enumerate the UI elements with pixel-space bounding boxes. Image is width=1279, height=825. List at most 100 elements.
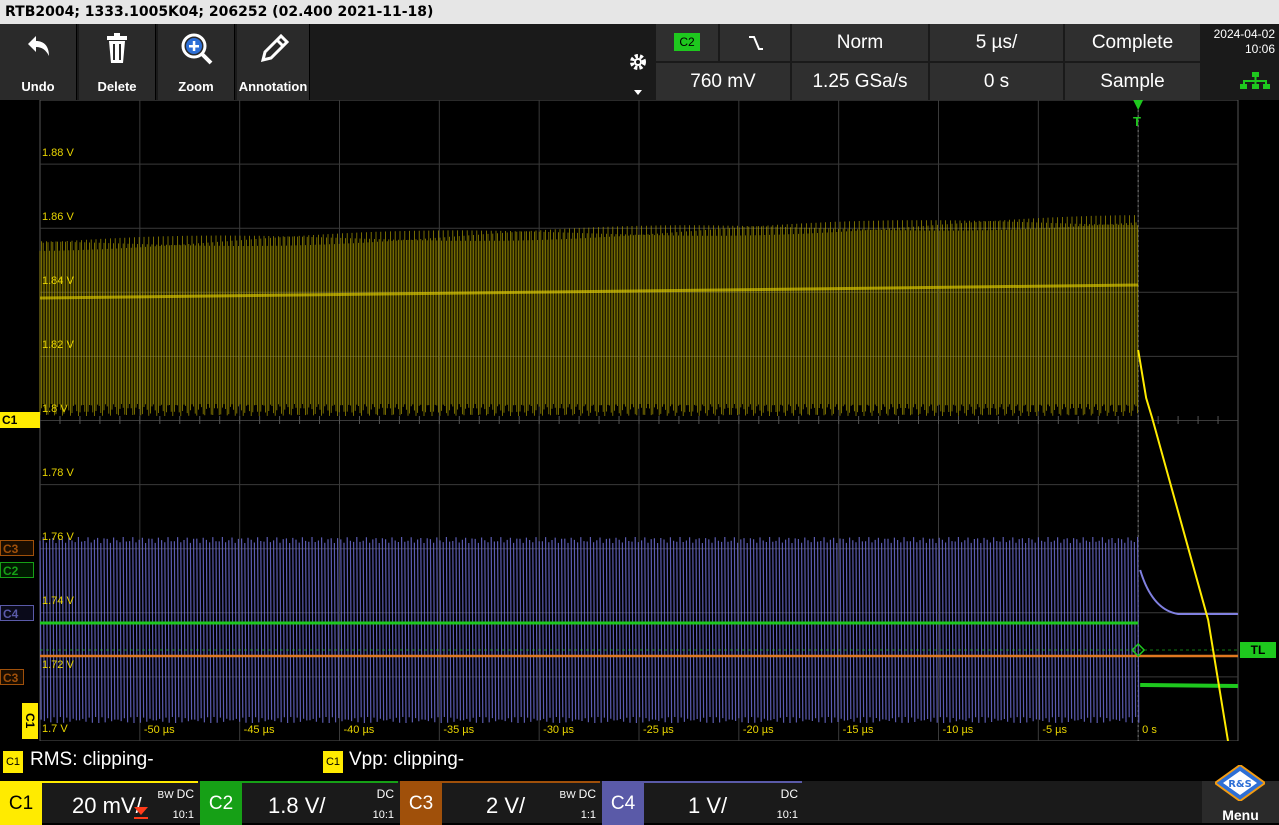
menu-label: Menu xyxy=(1222,807,1259,823)
c3-threshold-marker[interactable]: C3 xyxy=(0,669,24,685)
c2-offset-marker[interactable]: C2 xyxy=(0,562,34,578)
annotation-label: Annotation xyxy=(238,79,308,94)
annotation-button[interactable]: Annotation xyxy=(237,24,310,100)
undo-icon xyxy=(28,36,49,56)
undo-label: Undo xyxy=(21,79,55,94)
channel-c2-coupling: DC xyxy=(376,787,394,801)
waveform-display[interactable]: C1 C3 C2 C4 C3 C1 TL T 1.88 V 1.86 V 1.84 … xyxy=(0,99,1279,742)
c1-bottom-marker[interactable]: C1 xyxy=(22,703,38,739)
acq-state-cell[interactable]: Complete xyxy=(1065,24,1200,61)
window-title: RTB2004; 1333.1005K04; 206252 (02.400 20… xyxy=(0,0,1279,24)
settings-button[interactable] xyxy=(622,24,654,100)
clipping-warning-icon xyxy=(134,807,148,819)
c4-waveform xyxy=(39,536,1140,724)
channel-c1-bw: BW xyxy=(157,790,174,801)
y-axis-label: 1.76 V xyxy=(42,531,74,543)
channel-c2-scale: 1.8 V/ xyxy=(268,793,326,818)
y-axis-label: 1.82 V xyxy=(42,339,74,351)
channel-c4-coupling: DC xyxy=(780,787,798,801)
channel-c4-name: C4 xyxy=(602,783,644,825)
sample-rate-cell[interactable]: 1.25 GSa/s xyxy=(792,63,928,100)
channel-c3-coupling: DC xyxy=(578,787,596,801)
c1-waveform xyxy=(39,215,1138,416)
channel-c3-name: C3 xyxy=(400,783,442,825)
undo-button[interactable]: Undo xyxy=(0,24,77,100)
y-axis-label: 1.78 V xyxy=(42,467,74,479)
trigger-arrow-icon xyxy=(1133,100,1144,110)
x-axis-label: -15 µs xyxy=(842,724,874,736)
zoom-button[interactable]: Zoom xyxy=(158,24,235,100)
trigger-source-badge: C2 xyxy=(674,33,700,51)
trigger-mode-cell[interactable]: Norm xyxy=(792,24,928,61)
datetime: 2024-04-02 10:06 xyxy=(1202,24,1279,61)
meas1-source-chip[interactable]: C1 xyxy=(3,751,23,773)
x-axis-label: -45 µs xyxy=(243,724,275,736)
x-axis-label: -35 µs xyxy=(443,724,475,736)
channel-c2-name: C2 xyxy=(200,783,242,825)
c1-offset-marker[interactable]: C1 xyxy=(0,412,40,428)
chevron-down-icon xyxy=(634,90,642,95)
acq-mode-cell[interactable]: Sample xyxy=(1065,63,1200,100)
h-position-cell[interactable]: 0 s xyxy=(930,63,1063,100)
channel-c4-scale: 1 V/ xyxy=(688,793,728,818)
x-axis-label: -30 µs xyxy=(543,724,574,736)
x-axis-label: -25 µs xyxy=(643,724,674,736)
gear-icon xyxy=(630,54,646,70)
y-axis-label: 1.88 V xyxy=(42,147,74,159)
y-axis-label: 1.86 V xyxy=(42,211,74,223)
toolbar: Undo Delete Zoom Annotation C2 Norm 5 µs… xyxy=(0,24,1279,100)
date-text: 2024-04-02 xyxy=(1213,27,1275,41)
network-icon xyxy=(1240,72,1270,89)
timebase-cell[interactable]: 5 µs/ xyxy=(930,24,1063,61)
pencil-icon xyxy=(260,33,290,63)
falling-edge-icon xyxy=(749,36,763,50)
channel-c1-name: C1 xyxy=(0,783,42,825)
zoom-icon xyxy=(181,33,213,65)
menu-button[interactable]: R&S Menu xyxy=(1202,765,1279,823)
trigger-position-marker[interactable]: T xyxy=(1130,114,1144,130)
meas1-text[interactable]: RMS: clipping- xyxy=(30,749,154,771)
y-axis-label: 1.84 V xyxy=(42,275,74,287)
delete-button[interactable]: Delete xyxy=(79,24,156,100)
channel-c3-tab[interactable]: C3 2 V/ BW DC 1:1 xyxy=(400,781,600,825)
y-axis-label: 1.7 V xyxy=(42,723,68,735)
y-axis-label: 1.74 V xyxy=(42,595,74,607)
c2-waveform-tail xyxy=(1140,683,1239,688)
x-axis-label: -50 µs xyxy=(143,724,175,736)
x-axis-label: -20 µs xyxy=(742,724,774,736)
c4-waveform-tail xyxy=(1139,569,1238,615)
channel-c1-coupling: DC xyxy=(176,787,194,801)
channel-c3-probe: 1:1 xyxy=(580,809,596,821)
svg-text:R&S: R&S xyxy=(1228,779,1252,790)
y-axis-label: 1.8 V xyxy=(42,403,68,415)
channel-c3-scale: 2 V/ xyxy=(486,793,526,818)
trigger-level-cell[interactable]: 760 mV xyxy=(656,63,790,100)
y-axis-label: 1.72 V xyxy=(42,659,74,671)
channel-c4-probe: 10:1 xyxy=(776,809,798,821)
trigger-slope-cell[interactable] xyxy=(720,24,790,61)
c4-offset-marker[interactable]: C4 xyxy=(0,605,34,621)
measurement-bar: C1 RMS: clipping- C1 Vpp: clipping- xyxy=(0,741,1279,781)
channel-c2-tab[interactable]: C2 1.8 V/ DC 10:1 xyxy=(200,781,398,825)
meas2-source-chip[interactable]: C1 xyxy=(323,751,343,773)
channel-c3-bw: BW xyxy=(559,790,576,801)
c1-waveform-tail xyxy=(1137,349,1229,742)
trash-icon xyxy=(107,33,127,63)
trigger-level-marker[interactable]: TL xyxy=(1240,642,1276,658)
meas2-text[interactable]: Vpp: clipping- xyxy=(349,749,464,771)
channel-c4-tab[interactable]: C4 1 V/ DC 10:1 xyxy=(602,781,802,825)
channel-c1-tab[interactable]: C1 20 mV/ BW DC 10:1 xyxy=(0,781,198,825)
x-axis-label: -5 µs xyxy=(1042,724,1068,736)
x-axis-label: 0 s xyxy=(1142,724,1157,736)
channel-c2-probe: 10:1 xyxy=(372,809,394,821)
time-text: 10:06 xyxy=(1244,42,1275,56)
channel-bar: C1 20 mV/ BW DC 10:1 C2 1.8 V/ DC 10:1 C3… xyxy=(0,765,1279,825)
trigger-source-cell[interactable]: C2 xyxy=(656,24,718,61)
zoom-label: Zoom xyxy=(178,79,214,94)
x-axis-label: -10 µs xyxy=(942,724,974,736)
channel-c1-probe: 10:1 xyxy=(172,809,194,821)
rs-logo-icon: R&S xyxy=(1215,765,1265,801)
c3-offset-marker[interactable]: C3 xyxy=(0,540,34,556)
channel-c1-scale: 20 mV/ xyxy=(72,793,142,818)
delete-label: Delete xyxy=(97,79,137,94)
